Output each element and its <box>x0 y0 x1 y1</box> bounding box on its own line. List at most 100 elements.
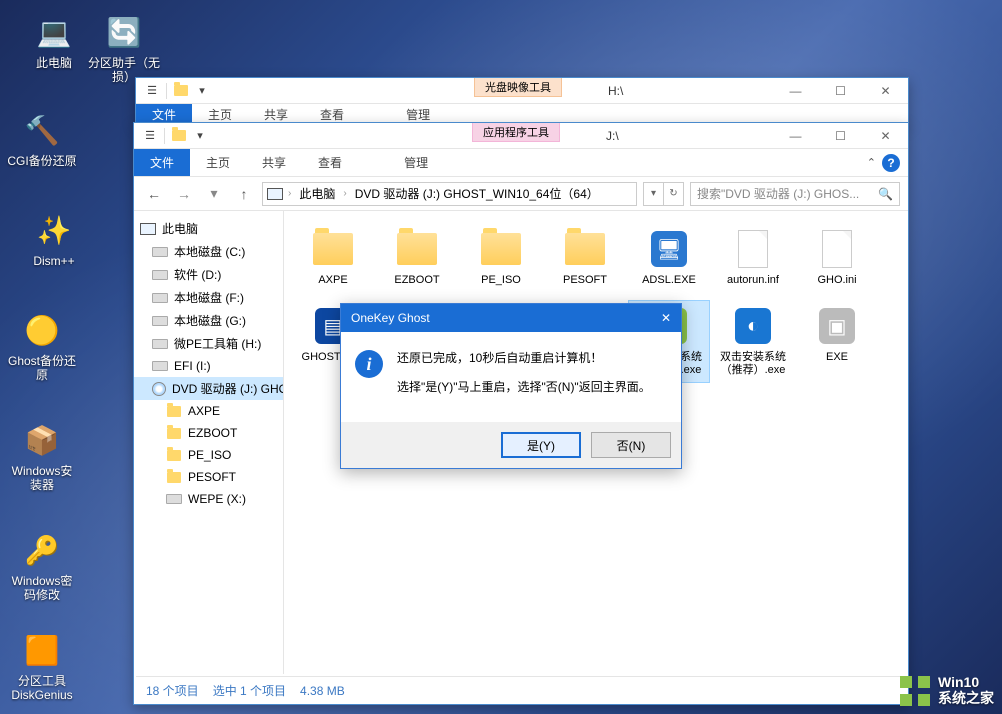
tree-subfolder-4[interactable]: WEPE (X:) <box>134 488 283 510</box>
file-icon-2 <box>477 228 525 270</box>
tree-drive-4[interactable]: 微PE工具箱 (H:) <box>134 332 283 355</box>
close-h[interactable]: ✕ <box>863 78 908 104</box>
minimize-j[interactable]: — <box>773 123 818 149</box>
file-icon-12: ◐ <box>729 305 777 347</box>
minimize-h[interactable]: — <box>773 78 818 104</box>
nav-tree[interactable]: 此电脑本地磁盘 (C:)软件 (D:)本地磁盘 (F:)本地磁盘 (G:)微PE… <box>134 211 284 674</box>
desktop-icon-partition-helper[interactable]: 🔄分区助手（无损） <box>88 12 160 85</box>
file-label-1: EZBOOT <box>381 274 453 287</box>
qat-explorer-icon[interactable]: ☰ <box>142 81 162 101</box>
qat-folder-icon[interactable] <box>171 81 191 101</box>
tree-drive-3[interactable]: 本地磁盘 (G:) <box>134 309 283 332</box>
watermark-line1: Win10 <box>938 675 994 690</box>
file-label-6: GHO.ini <box>801 274 873 287</box>
file-item-6[interactable]: GHO.ini <box>796 223 878 292</box>
maximize-j[interactable]: ☐ <box>818 123 863 149</box>
qat-explorer-icon-j[interactable]: ☰ <box>140 126 160 146</box>
desktop-icon-diskgenius[interactable]: 🟧分区工具DiskGenius <box>6 630 78 703</box>
nav-back[interactable]: ← <box>142 182 166 206</box>
tree-drive-5[interactable]: EFI (I:) <box>134 355 283 377</box>
qat-dropdown[interactable]: ▾ <box>192 81 212 101</box>
desktop-icon-this-pc[interactable]: 💻 此电脑 <box>18 12 90 70</box>
tab-view-j[interactable]: 查看 <box>302 149 358 176</box>
tree-subfolder-1[interactable]: EZBOOT <box>134 422 283 444</box>
file-icon-6 <box>813 228 861 270</box>
diskgenius-icon: 🟧 <box>22 630 62 670</box>
this-pc-icon: 💻 <box>34 12 74 52</box>
tree-subfolder-0[interactable]: AXPE <box>134 400 283 422</box>
desktop-icon-dismpp[interactable]: ✨Dism++ <box>18 210 90 268</box>
search-icon[interactable]: 🔍 <box>878 187 893 201</box>
tree-this-pc[interactable]: 此电脑 <box>134 217 283 240</box>
info-icon: i <box>355 350 383 378</box>
tree-drive-6[interactable]: DVD 驱动器 (J:) GHOST_WIN10_64位 <box>134 377 283 400</box>
tree-drive-2[interactable]: 本地磁盘 (F:) <box>134 286 283 309</box>
tree-drive-1[interactable]: 软件 (D:) <box>134 263 283 286</box>
watermark-line2: 系统之家 <box>938 691 994 706</box>
ribbon-j: 文件 主页 共享 查看 管理 ⌃ ? <box>134 149 908 177</box>
windows-pwd-label: Windows密码修改 <box>6 574 78 603</box>
file-item-1[interactable]: EZBOOT <box>376 223 458 292</box>
qat-folder-icon-j[interactable] <box>169 126 189 146</box>
tab-home-j[interactable]: 主页 <box>190 149 246 176</box>
nav-recent[interactable]: ▾ <box>202 182 226 206</box>
file-label-12: 双击安装系统（推荐）.exe <box>717 351 789 377</box>
tree-drive-0[interactable]: 本地磁盘 (C:) <box>134 240 283 263</box>
breadcrumb-drive[interactable]: DVD 驱动器 (J:) GHOST_WIN10_64位（64） <box>352 185 602 202</box>
desktop-icon-ghost-backup[interactable]: 🟡Ghost备份还原 <box>6 310 78 383</box>
breadcrumb[interactable]: › 此电脑 › DVD 驱动器 (J:) GHOST_WIN10_64位（64） <box>262 182 637 206</box>
file-item-0[interactable]: AXPE <box>292 223 374 292</box>
nav-up[interactable]: ↑ <box>232 182 256 206</box>
qat-dropdown-j[interactable]: ▾ <box>190 126 210 146</box>
cgi-backup-label: CGI备份还原 <box>6 154 78 168</box>
desktop-icon-windows-pwd[interactable]: 🔑 Windows密码修改 <box>6 530 78 603</box>
file-item-5[interactable]: autorun.inf <box>712 223 794 292</box>
watermark: Win10 系统之家 <box>900 675 994 706</box>
file-label-0: AXPE <box>297 274 369 287</box>
close-j[interactable]: ✕ <box>863 123 908 149</box>
windows-installer-label: Windows安装器 <box>6 464 78 493</box>
this-pc-label: 此电脑 <box>18 56 90 70</box>
dialog-msg-2: 选择"是(Y)"马上重启，选择"否(N)"返回主界面。 <box>397 379 651 396</box>
file-icon-1 <box>393 228 441 270</box>
nav-fwd[interactable]: → <box>172 182 196 206</box>
file-icon-13: ▣ <box>813 305 861 347</box>
file-item-3[interactable]: PESOFT <box>544 223 626 292</box>
breadcrumb-root[interactable]: 此电脑 <box>296 185 338 202</box>
desktop-icon-windows-installer[interactable]: 📦Windows安装器 <box>6 420 78 493</box>
breadcrumb-dropdown[interactable]: ▾ <box>643 183 663 205</box>
titlebar-h: ☰ ▾ 光盘映像工具 H:\ — ☐ ✕ <box>136 78 908 104</box>
help-icon[interactable]: ? <box>882 154 900 172</box>
file-label-5: autorun.inf <box>717 274 789 287</box>
file-item-2[interactable]: PE_ISO <box>460 223 542 292</box>
file-icon-0 <box>309 228 357 270</box>
titlebar-j: ☰ ▾ 应用程序工具 J:\ — ☐ ✕ <box>134 123 908 149</box>
nav-row: ← → ▾ ↑ › 此电脑 › DVD 驱动器 (J:) GHOST_WIN10… <box>134 177 908 211</box>
breadcrumb-refresh[interactable]: ↻ <box>663 183 683 205</box>
file-item-13[interactable]: ▣EXE <box>796 300 878 382</box>
dialog-titlebar[interactable]: OneKey Ghost ✕ <box>341 304 681 332</box>
dismpp-label: Dism++ <box>18 254 90 268</box>
ghost-backup-label: Ghost备份还原 <box>6 354 78 383</box>
ribbon-collapse[interactable]: ⌃ <box>867 156 876 169</box>
tab-file-j[interactable]: 文件 <box>134 149 190 176</box>
maximize-h[interactable]: ☐ <box>818 78 863 104</box>
dialog-yes-button[interactable]: 是(Y) <box>501 432 581 458</box>
dialog-close[interactable]: ✕ <box>661 311 671 325</box>
windows-pwd-icon: 🔑 <box>22 530 62 570</box>
status-size: 4.38 MB <box>300 684 345 698</box>
context-tool-h[interactable]: 光盘映像工具 <box>474 78 562 97</box>
desktop-icon-cgi-backup[interactable]: 🔨CGI备份还原 <box>6 110 78 168</box>
dialog-no-button[interactable]: 否(N) <box>591 432 671 458</box>
explorer-window-h[interactable]: ☰ ▾ 光盘映像工具 H:\ — ☐ ✕ 文件 主页 共享 查看 管理 <box>135 77 909 125</box>
tab-manage-j[interactable]: 管理 <box>388 149 444 176</box>
tab-share-j[interactable]: 共享 <box>246 149 302 176</box>
qat-h: ☰ ▾ <box>142 81 212 101</box>
tree-subfolder-3[interactable]: PESOFT <box>134 466 283 488</box>
file-item-4[interactable]: 🖥ADSL.EXE <box>628 223 710 292</box>
file-icon-3 <box>561 228 609 270</box>
tree-subfolder-2[interactable]: PE_ISO <box>134 444 283 466</box>
file-item-12[interactable]: ◐ 双击安装系统（推荐）.exe <box>712 300 794 382</box>
search-box[interactable]: 搜索"DVD 驱动器 (J:) GHOS... 🔍 <box>690 182 900 206</box>
context-tool-j[interactable]: 应用程序工具 <box>472 123 560 142</box>
